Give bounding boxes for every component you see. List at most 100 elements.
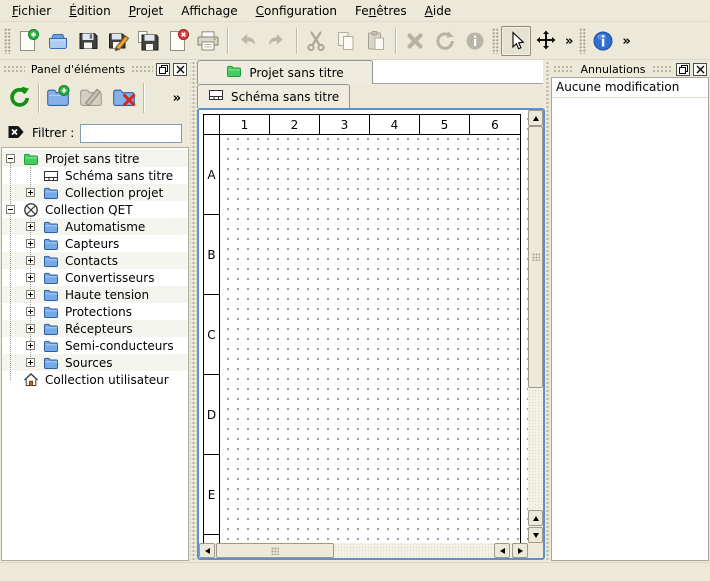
expand-expander[interactable] <box>26 239 35 248</box>
select-tool-button[interactable] <box>501 26 531 56</box>
refresh-icon <box>6 84 32 113</box>
tree-item-projet-sans-titre[interactable]: Projet sans titre <box>2 150 188 167</box>
scroll-up-button-secondary[interactable] <box>528 510 543 526</box>
tree-item-label: Convertisseurs <box>65 271 154 285</box>
menu-aide[interactable]: Aide <box>416 1 461 21</box>
close-panel-button[interactable] <box>173 63 187 76</box>
copy-button[interactable] <box>331 26 361 56</box>
float-panel-button[interactable] <box>676 63 690 76</box>
tree-item-label: Sources <box>65 356 112 370</box>
expand-expander[interactable] <box>26 341 35 350</box>
menu-fenetres[interactable]: Fenêtres <box>346 1 416 21</box>
qelectrotech-window: Fichier Édition Projet Affichage Configu… <box>0 0 710 581</box>
expand-expander[interactable] <box>26 273 35 282</box>
expand-expander[interactable] <box>26 358 35 367</box>
float-panel-button[interactable] <box>156 63 170 76</box>
collapse-expander[interactable] <box>6 154 15 163</box>
scroll-down-button[interactable] <box>528 527 543 543</box>
rotate-button[interactable] <box>430 26 460 56</box>
save-button[interactable] <box>73 26 103 56</box>
new-category-button[interactable] <box>44 84 72 112</box>
save-all-button[interactable] <box>133 26 163 56</box>
save-as-button[interactable] <box>103 26 133 56</box>
horizontal-scrollbar[interactable] <box>199 543 528 558</box>
toolbar-separator <box>227 28 228 54</box>
diagram-view[interactable]: 1 2 3 4 5 6 A B C D E <box>197 108 545 560</box>
elements-panel-title: Panel d'éléments <box>28 63 128 76</box>
left-splitter-handle[interactable] <box>190 60 197 562</box>
info-disabled-button[interactable] <box>460 26 490 56</box>
about-info-button[interactable] <box>588 26 618 56</box>
panel-toolbar-overflow-button[interactable]: » <box>169 91 185 106</box>
undo-panel-titlebar[interactable]: Annulations <box>550 60 710 77</box>
toolbar-drag-handle[interactable] <box>579 28 586 54</box>
undo-button[interactable] <box>232 26 262 56</box>
elements-panel-titlebar[interactable]: Panel d'éléments <box>0 60 190 77</box>
toolbar-overflow-button[interactable]: » <box>618 34 634 49</box>
horizontal-scroll-thumb[interactable] <box>216 543 334 558</box>
row-label: D <box>204 375 220 455</box>
menu-label: Fe <box>355 4 369 18</box>
collapse-expander[interactable] <box>6 205 15 214</box>
undo-history-list[interactable]: Aucune modification <box>551 77 709 561</box>
menu-configuration[interactable]: Configuration <box>247 1 346 21</box>
diagram-canvas[interactable]: 1 2 3 4 5 6 A B C D E <box>199 110 528 543</box>
tree-item-collection-qet[interactable]: Collection QET <box>2 201 188 218</box>
close-panel-button[interactable] <box>693 63 707 76</box>
open-file-button[interactable] <box>43 26 73 56</box>
dock-grip-texture <box>3 65 25 73</box>
row-label: A <box>204 135 220 215</box>
main-toolbar: » » <box>0 23 710 60</box>
undo-panel-title: Annulations <box>577 63 648 76</box>
menu-label: dition <box>77 4 111 18</box>
toolbar-drag-handle[interactable] <box>492 28 499 54</box>
print-button[interactable] <box>193 26 223 56</box>
vertical-scroll-thumb[interactable] <box>528 126 543 388</box>
new-file-button[interactable] <box>13 26 43 56</box>
save-as-icon <box>106 29 130 53</box>
green-folder-icon <box>226 63 242 82</box>
tab-projet-sans-titre[interactable]: Projet sans titre <box>197 60 373 84</box>
expand-expander[interactable] <box>26 188 35 197</box>
toolbar-drag-handle[interactable] <box>4 28 11 54</box>
redo-button[interactable] <box>262 26 292 56</box>
scroll-left-button-secondary[interactable] <box>494 543 510 558</box>
clear-filter-button[interactable] <box>6 122 26 145</box>
menu-affichage[interactable]: Affichage <box>172 1 246 21</box>
expand-expander[interactable] <box>26 256 35 265</box>
scroll-left-button[interactable] <box>199 543 215 558</box>
scroll-up-button[interactable] <box>528 110 543 126</box>
edit-category-button[interactable] <box>77 84 105 112</box>
toolbar-separator <box>38 83 39 113</box>
tree-item-label: Récepteurs <box>65 322 133 336</box>
expand-expander[interactable] <box>26 324 35 333</box>
menu-label: êtres <box>376 4 406 18</box>
expand-expander[interactable] <box>26 290 35 299</box>
expand-expander[interactable] <box>26 222 35 231</box>
column-header: 4 <box>370 115 420 135</box>
filter-input[interactable] <box>80 124 182 143</box>
cut-button[interactable] <box>301 26 331 56</box>
tabbar-empty-area <box>350 84 545 108</box>
move-tool-button[interactable] <box>531 26 561 56</box>
tab-schema-sans-titre[interactable]: Schéma sans titre <box>197 84 350 108</box>
scroll-right-button[interactable] <box>512 543 528 558</box>
toolbar-overflow-button[interactable]: » <box>561 34 577 49</box>
dock-grip-texture <box>652 65 673 73</box>
elements-panel: Panel d'éléments » Filtrer : <box>0 60 190 562</box>
blue-folder-icon <box>43 253 59 269</box>
menu-edition[interactable]: Édition <box>60 1 120 21</box>
delete-category-button[interactable] <box>110 84 138 112</box>
delete-button[interactable] <box>400 26 430 56</box>
menu-projet[interactable]: Projet <box>120 1 172 21</box>
paste-button[interactable] <box>361 26 391 56</box>
reload-collections-button[interactable] <box>5 84 33 112</box>
tree-item-collection-utilisateur[interactable]: Collection utilisateur <box>2 371 188 388</box>
menu-fichier[interactable]: Fichier <box>3 1 60 21</box>
expand-expander[interactable] <box>26 307 35 316</box>
vertical-scrollbar[interactable] <box>528 110 543 543</box>
blue-folder-icon <box>43 219 59 235</box>
undo-list-item[interactable]: Aucune modification <box>552 78 708 98</box>
main-area: Panel d'éléments » Filtrer : <box>0 60 710 562</box>
close-file-button[interactable] <box>163 26 193 56</box>
